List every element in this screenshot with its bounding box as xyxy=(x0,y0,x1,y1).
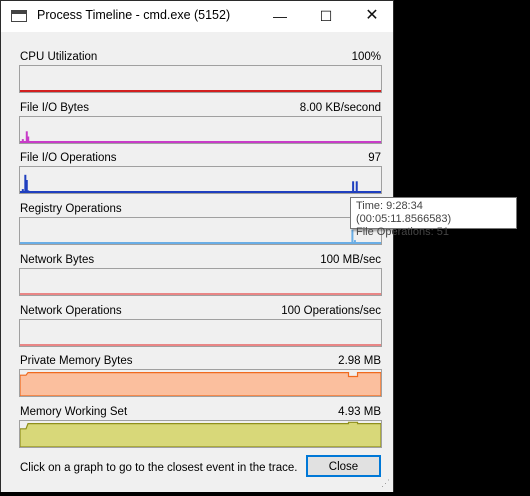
graph-network-operations[interactable] xyxy=(19,318,382,347)
graph-private-memory-bytes[interactable] xyxy=(19,369,382,398)
graph-scale-value: 8.00 KB/second xyxy=(299,101,381,114)
graph-scale-value: 2.98 MB xyxy=(338,355,381,368)
graph-tooltip: Time: 9:28:34 (00:05:11.8566583) File Op… xyxy=(350,197,517,238)
memory-area xyxy=(20,421,381,447)
graph-label: CPU Utilization xyxy=(20,51,98,63)
tooltip-ops: File Operations: 51 xyxy=(356,226,449,238)
graph-spike xyxy=(353,240,356,245)
maximize-button[interactable]: ☐ xyxy=(303,1,349,31)
graph-plot xyxy=(20,292,381,295)
graph-label: Private Memory Bytes xyxy=(20,355,133,368)
graph-cpu-utilization[interactable] xyxy=(19,65,382,93)
memory-area xyxy=(20,372,381,397)
window-title: Process Timeline - cmd.exe (5152) xyxy=(37,8,231,22)
graph-plot xyxy=(20,343,381,346)
graph-plot xyxy=(20,175,381,194)
graph-label: Registry Operations xyxy=(20,203,122,216)
graph-spike xyxy=(21,189,24,194)
graph-plot xyxy=(20,130,381,143)
client-area: CPU Utilization 100% File I/O Bytes 8.00 KB… xyxy=(1,32,393,492)
window-close-button[interactable]: ✕ xyxy=(349,1,395,31)
process-timeline-window: Process Timeline - cmd.exe (5152) — ☐ ✕ … xyxy=(0,0,394,492)
graph-file-i-o-operations[interactable] xyxy=(19,166,382,195)
minimize-button[interactable]: — xyxy=(257,1,303,31)
window-app-icon xyxy=(11,10,27,22)
title-bar[interactable]: Process Timeline - cmd.exe (5152) — ☐ ✕ xyxy=(1,1,393,31)
graph-plot xyxy=(20,229,381,245)
graph-file-i-o-bytes[interactable] xyxy=(19,115,382,144)
graph-spike xyxy=(355,181,358,194)
hint-text: Click on a graph to go to the closest ev… xyxy=(20,462,298,474)
graph-plot xyxy=(20,421,381,447)
graph-spike xyxy=(27,136,30,143)
graph-scale-value: 100% xyxy=(351,51,381,63)
graph-spike xyxy=(351,229,354,245)
graph-label: Network Operations xyxy=(20,304,122,317)
graph-scale-value: 100 MB/sec xyxy=(320,253,381,266)
close-button[interactable]: Close xyxy=(306,455,381,477)
graph-registry-operations[interactable] xyxy=(19,217,382,246)
graph-scale-value: 4.93 MB xyxy=(338,405,381,418)
graph-label: File I/O Operations xyxy=(20,152,117,165)
graph-scale-value: 100 Operations/sec xyxy=(281,304,381,317)
graph-network-bytes[interactable] xyxy=(19,267,382,296)
graph-spike xyxy=(27,190,30,194)
resize-grip[interactable]: ⋰ xyxy=(381,478,390,489)
graph-spike xyxy=(21,138,24,143)
graph-memory-working-set[interactable] xyxy=(19,419,382,448)
graph-label: Network Bytes xyxy=(20,253,95,266)
graph-label: File I/O Bytes xyxy=(20,101,90,114)
graph-scale-value: 97 xyxy=(368,152,381,165)
graph-spike xyxy=(352,181,355,194)
graph-plot xyxy=(20,90,381,92)
tooltip-time: Time: 9:28:34 (00:05:11.8566583) xyxy=(356,200,452,225)
graph-label: Memory Working Set xyxy=(20,405,128,418)
graph-plot xyxy=(20,372,381,397)
